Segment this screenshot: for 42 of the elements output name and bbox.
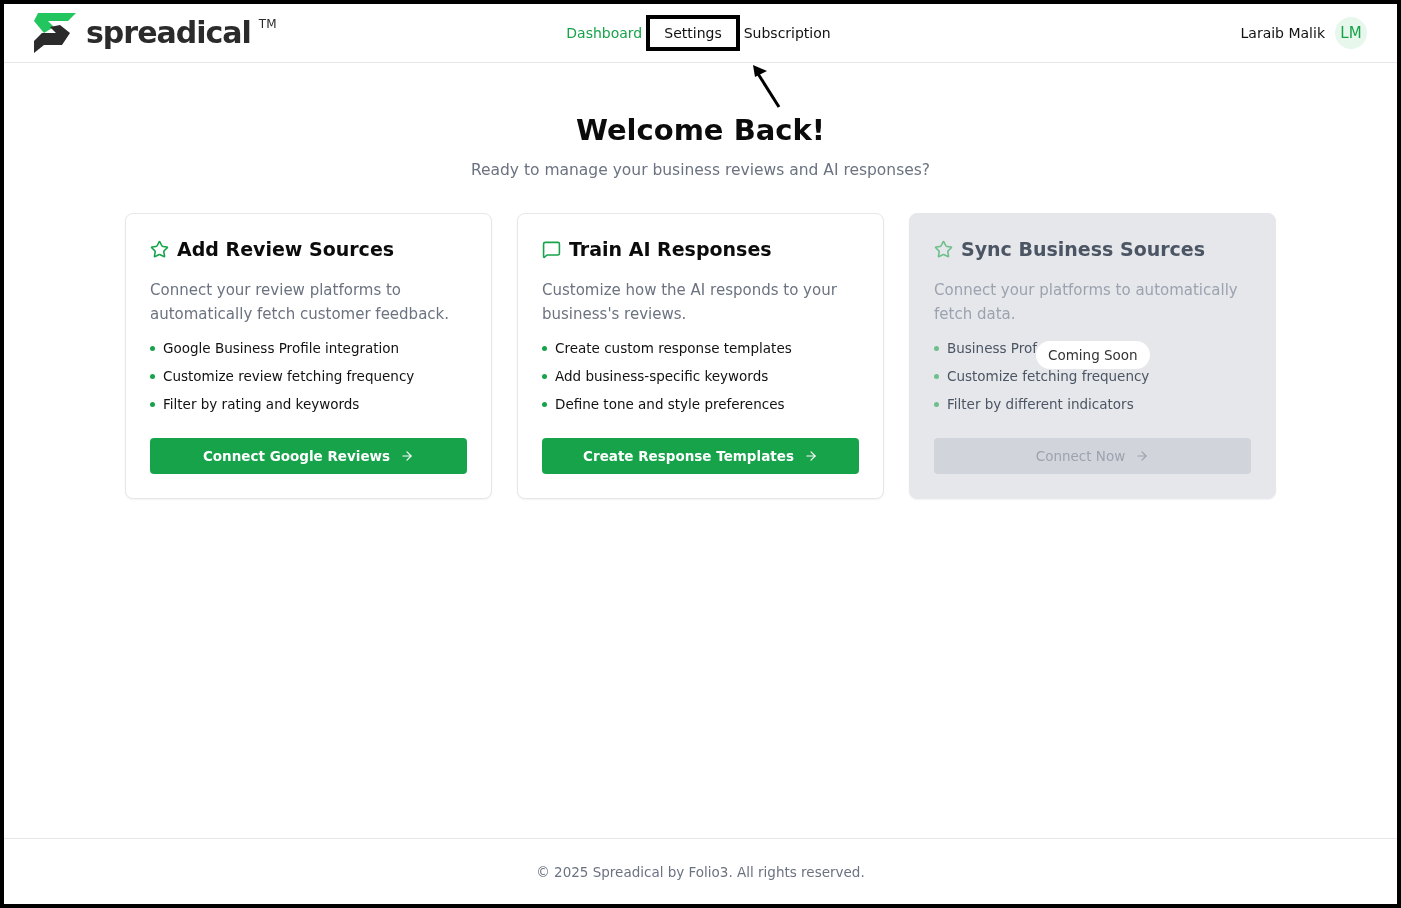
message-icon <box>542 239 561 259</box>
nav-link[interactable]: Subscription <box>743 19 831 47</box>
star-icon <box>150 239 169 259</box>
bullet-dot <box>150 401 155 407</box>
bullet-dot <box>934 373 939 379</box>
welcome-subtitle: Ready to manage your business reviews and AI responses? <box>470 161 931 179</box>
card-description: Customize how the AI responds to your business's reviews. <box>542 280 838 325</box>
card-title: Train AI Responses <box>569 238 772 260</box>
arrow-right-icon <box>400 449 415 463</box>
bullet-dot <box>542 345 547 351</box>
card-description: Connect your review platforms to automatically fetch customer feedback. <box>150 280 451 325</box>
highlighted-nav-link[interactable]: Settings <box>646 15 740 51</box>
card-title: Add Review Sources <box>177 238 395 260</box>
copyright-text: © 2025 Spreadical by Folio3. All rights reserved. <box>536 863 865 880</box>
feature-text: Customize review fetching frequency <box>163 368 415 384</box>
bullet-dot <box>150 345 155 351</box>
feature-text: Create custom response templates <box>555 340 792 356</box>
feature-text: Filter by rating and keywords <box>163 396 360 412</box>
nav-link[interactable]: Dashboard <box>566 19 643 47</box>
trademark: TM <box>258 17 277 31</box>
card-action-button[interactable]: Connect Google Reviews <box>150 438 467 474</box>
feature-text: Customize fetching frequency <box>947 368 1150 384</box>
bullet-dot <box>934 401 939 407</box>
star-icon <box>934 239 953 259</box>
arrow-right-icon <box>803 449 818 463</box>
card-description: Connect your platforms to automatically fetch data. <box>934 280 1239 325</box>
feature-text: Define tone and style preferences <box>555 396 785 412</box>
user-avatar[interactable]: LM <box>1335 17 1367 49</box>
coming-soon-badge: Coming Soon <box>1036 341 1150 369</box>
feature-text: Business Prof <box>947 340 1037 356</box>
feature-text: Filter by different indicators <box>947 396 1134 412</box>
brand-name: spreadical <box>86 14 251 52</box>
bullet-dot <box>150 373 155 379</box>
bullet-dot <box>542 401 547 407</box>
card-action-button[interactable]: Create Response Templates <box>542 438 859 474</box>
feature-text: Google Business Profile integration <box>163 340 400 356</box>
user-name: Laraib Malik <box>1240 25 1325 41</box>
card-title: Sync Business Sources <box>961 238 1206 260</box>
welcome-title: Welcome Back! <box>575 113 825 147</box>
bullet-dot <box>542 373 547 379</box>
bullet-dot <box>934 345 939 351</box>
feature-text: Add business-specific keywords <box>555 368 769 384</box>
